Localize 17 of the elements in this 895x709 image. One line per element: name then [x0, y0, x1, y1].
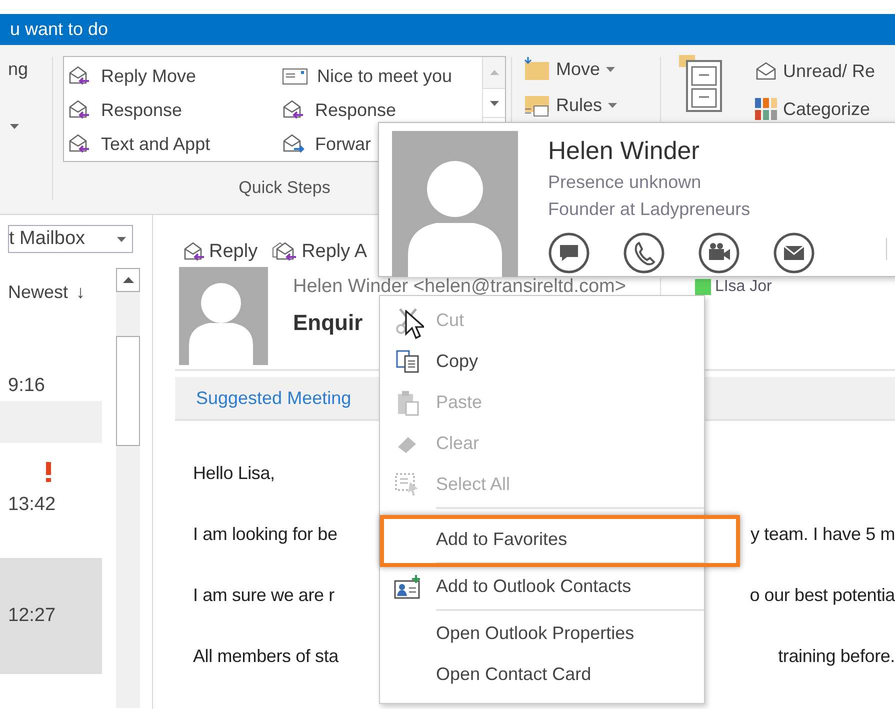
- presence-status: Presence unknown: [548, 172, 702, 193]
- message-time: 12:27: [8, 605, 56, 627]
- body-text: Hello Lisa,: [193, 462, 275, 484]
- contact-position: Founder at Ladypreneurs: [548, 199, 752, 220]
- body-text: o our best potentia: [750, 584, 895, 606]
- message-time: 13:42: [8, 494, 56, 516]
- ribbon-group-label: ng: [8, 59, 30, 80]
- body-text: All members of sta: [193, 646, 338, 666]
- sender-address: Helen Winder <helen@transireltd.com>: [293, 276, 626, 298]
- contact-name: Helen Winder: [548, 137, 700, 166]
- body-text: I am looking for be: [193, 524, 338, 544]
- message-subject: Enquir: [293, 310, 363, 336]
- body-text: training before.: [778, 646, 895, 666]
- message-time: 9:16: [8, 375, 45, 397]
- body-text: I am sure we are r: [193, 584, 334, 606]
- body-text: y team. I have 5 m: [750, 524, 895, 544]
- group-label: Quick Steps: [238, 178, 330, 197]
